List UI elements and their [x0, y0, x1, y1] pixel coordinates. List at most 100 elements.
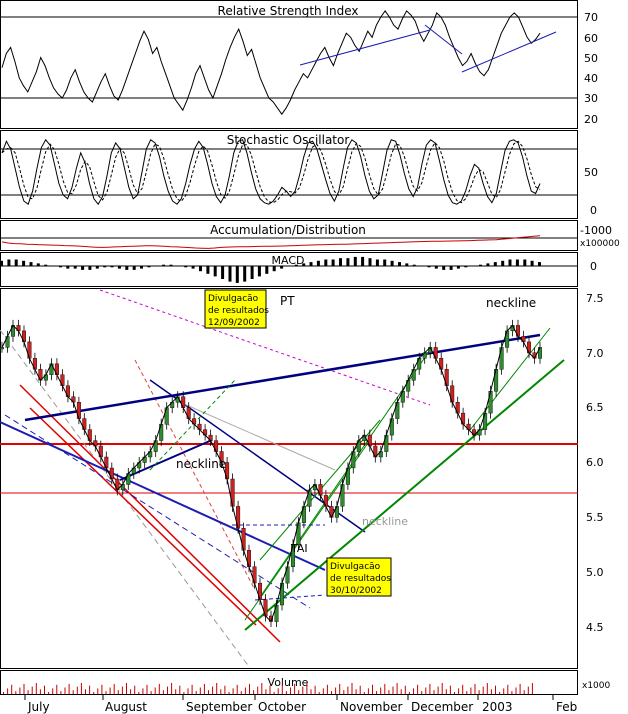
- volume-bar: [150, 691, 152, 694]
- volume-bar: [158, 683, 160, 694]
- candle-body: [0, 347, 4, 350]
- macd-bar: [442, 266, 446, 270]
- volume-bar: [347, 686, 349, 694]
- rsi-title: Relative Strength Index: [218, 4, 359, 18]
- macd-bar: [280, 266, 284, 269]
- volume-bar: [404, 685, 406, 694]
- volume-bar: [322, 688, 324, 694]
- macd-bar: [140, 266, 143, 269]
- volume-bar: [52, 688, 54, 694]
- volume-bar: [257, 686, 259, 694]
- callout-2-line-1: Divulgacão: [330, 562, 381, 572]
- rsi-tick-30: 30: [584, 92, 598, 105]
- volume-bar: [384, 683, 386, 694]
- volume-bar: [240, 691, 242, 694]
- volume-bar: [183, 692, 185, 694]
- volume-bar: [220, 689, 222, 694]
- macd-bar: [508, 259, 512, 266]
- volume-bar: [154, 687, 156, 694]
- macd-bar: [191, 266, 195, 269]
- macd-bar: [538, 262, 541, 266]
- volume-bar: [470, 687, 472, 694]
- macd-bar: [383, 259, 387, 266]
- volume-bar: [273, 692, 275, 694]
- volume-bar: [285, 691, 287, 694]
- rsi-tick-40: 40: [584, 72, 598, 85]
- month-label-2003: 2003: [482, 700, 513, 714]
- volume-bar: [351, 683, 353, 694]
- volume-bar: [372, 684, 373, 694]
- ad-title: Accumulation/Distribution: [210, 223, 366, 237]
- volume-bar: [290, 687, 291, 694]
- macd-bar: [0, 260, 3, 266]
- macd-bar: [147, 266, 151, 268]
- volume-bar: [376, 691, 378, 694]
- volume-bar: [253, 690, 255, 694]
- macd-bar: [162, 264, 166, 266]
- volume-bar: [126, 683, 127, 694]
- volume-bar: [117, 690, 119, 694]
- volume-bar: [216, 683, 218, 694]
- annotation-tai: TAI: [290, 542, 308, 555]
- macd-bar: [7, 259, 11, 266]
- volume-bar: [121, 686, 123, 694]
- annotation-neckline-2: neckline: [362, 515, 408, 528]
- macd-bar: [346, 258, 350, 266]
- volume-bar: [265, 689, 267, 694]
- volume-bar: [413, 688, 414, 694]
- volume-bar: [306, 683, 308, 694]
- volume-bar: [466, 691, 468, 694]
- macd-bar: [331, 259, 335, 266]
- volume-bar: [44, 685, 45, 694]
- volume-bar: [515, 687, 517, 694]
- volume-bar: [462, 684, 464, 694]
- macd-bar: [110, 266, 114, 268]
- volume-bar: [495, 685, 496, 694]
- volume-bar: [503, 688, 505, 694]
- month-label-september: September: [186, 700, 252, 714]
- volume-bar: [60, 691, 62, 694]
- macd-bar: [221, 266, 225, 279]
- macd-bar: [479, 264, 482, 266]
- volume-bar: [499, 692, 501, 694]
- volume-bar: [97, 688, 99, 694]
- macd-bar: [390, 260, 394, 266]
- volume-bar: [199, 687, 201, 694]
- price-tick-50: 5.0: [586, 566, 604, 579]
- x-axis: July August September October November D…: [27, 700, 577, 714]
- macd-bar: [339, 258, 342, 266]
- macd-title: MACD: [272, 254, 305, 267]
- callout-earnings-2: Divulgacão de resultados 30/10/2002: [326, 557, 392, 597]
- volume-bar: [130, 689, 132, 694]
- volume-bar: [527, 686, 529, 694]
- volume-bar: [429, 683, 431, 694]
- macd-bar: [523, 259, 527, 266]
- volume-bar: [39, 689, 41, 694]
- macd-bar: [294, 264, 298, 266]
- stock-chart: Relative Strength Index Stochastic Oscil…: [0, 0, 628, 714]
- macd-bar: [434, 266, 438, 269]
- volume-bar: [433, 690, 435, 694]
- volume-bar: [89, 685, 91, 694]
- volume-bar: [281, 684, 283, 694]
- volume-bar: [232, 688, 234, 694]
- macd-bar: [464, 266, 468, 268]
- volume-bar: [85, 689, 86, 694]
- volume-bar: [511, 691, 513, 694]
- macd-bar: [368, 258, 372, 266]
- volume-bar: [109, 687, 111, 694]
- volume-bar: [105, 691, 107, 694]
- macd-bar: [73, 266, 77, 269]
- volume-bar: [261, 683, 263, 694]
- macd-bar: [14, 259, 18, 266]
- macd-bar: [117, 266, 121, 269]
- volume-bar: [367, 688, 369, 694]
- rsi-tick-20: 20: [584, 113, 598, 126]
- volume-bar: [445, 689, 447, 694]
- macd-bar: [154, 266, 158, 267]
- macd-bar: [44, 264, 48, 266]
- volume-bar: [187, 688, 189, 694]
- macd-bar: [420, 266, 424, 267]
- callout-earnings-1: Divulgacão de resultados 12/09/2002: [204, 289, 269, 329]
- volume-bar: [449, 685, 451, 694]
